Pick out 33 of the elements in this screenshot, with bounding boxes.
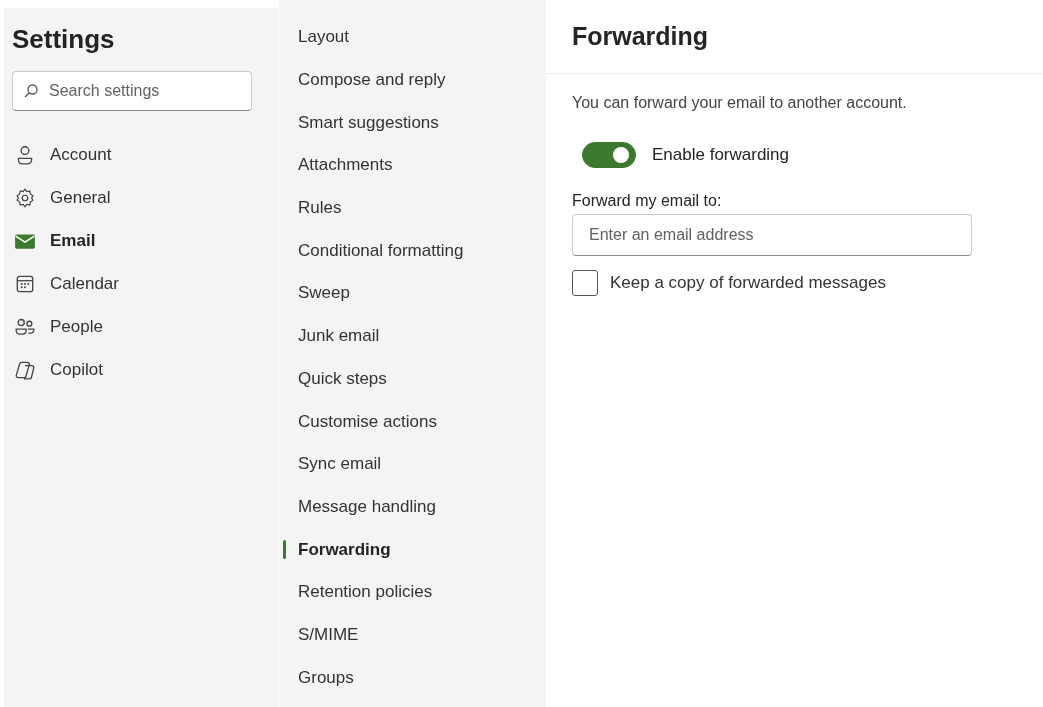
nav-item[interactable]: Calendar <box>4 262 278 305</box>
page-title: Forwarding <box>546 0 1043 74</box>
toggle-switch[interactable] <box>582 142 636 168</box>
settings-title: Settings <box>12 24 116 55</box>
nav-item[interactable]: Copilot <box>4 348 278 391</box>
settings-tab[interactable]: S/MIME <box>279 613 546 657</box>
nav-item[interactable]: People <box>4 305 278 348</box>
nav-item[interactable]: Account <box>4 133 278 176</box>
search-field[interactable]: Search settings <box>12 71 252 111</box>
settings-tab[interactable]: Junk email <box>279 314 546 358</box>
settings-tab[interactable]: Quick steps <box>279 357 546 401</box>
email-input-field[interactable]: Enter an email address <box>572 214 972 256</box>
nav-item[interactable]: General <box>4 176 278 219</box>
settings-tab[interactable]: Conditional formatting <box>279 229 546 273</box>
settings-tab[interactable]: Sweep <box>279 272 546 315</box>
settings-tab[interactable]: Sync email <box>279 442 546 486</box>
settings-tab[interactable]: Retention policies <box>279 570 546 614</box>
settings-tab[interactable]: Attachments <box>279 144 546 187</box>
field-label: Forward my email to: <box>572 192 723 210</box>
checkbox-label: Keep a copy of forwarded messages <box>610 273 886 293</box>
nav-item[interactable]: Email <box>4 219 278 262</box>
settings-tab[interactable]: Message handling <box>279 485 546 529</box>
settings-tab[interactable]: Customise actions <box>279 400 546 443</box>
settings-tab[interactable]: Layout <box>279 16 546 59</box>
settings-icon <box>14 186 36 209</box>
toggle-label: Enable forwarding <box>652 145 790 165</box>
settings-tab[interactable]: Rules <box>279 186 546 230</box>
settings-tab[interactable]: Smart suggestions <box>279 101 546 145</box>
settings-tab[interactable]: Groups <box>279 656 546 699</box>
settings-tab[interactable]: Forwarding <box>279 528 546 571</box>
checkbox[interactable] <box>572 270 598 296</box>
settings-tab[interactable]: Compose and reply <box>279 58 546 102</box>
description-text: You can forward your email to another account. <box>572 94 908 112</box>
